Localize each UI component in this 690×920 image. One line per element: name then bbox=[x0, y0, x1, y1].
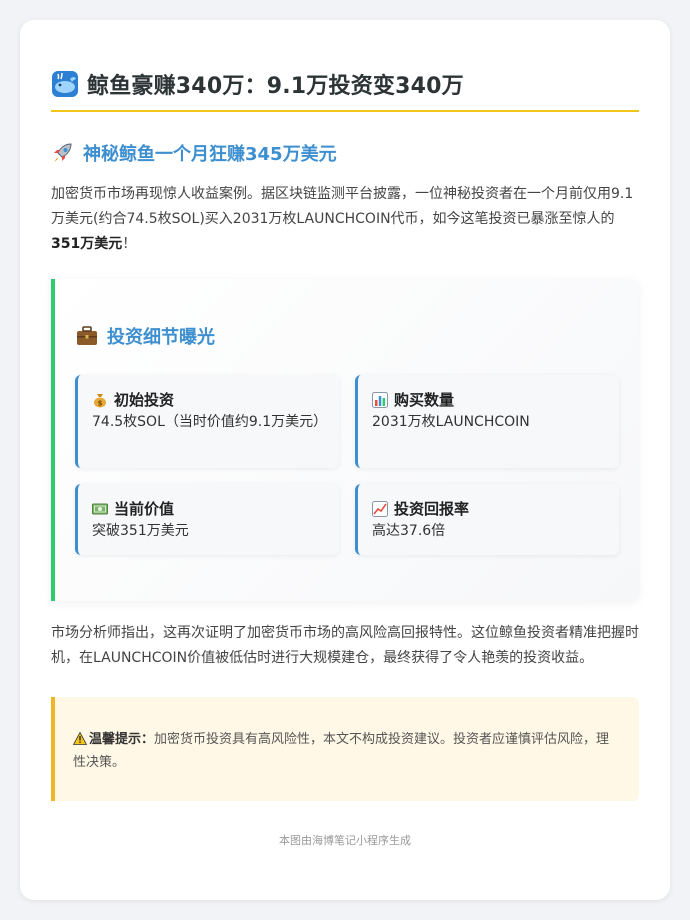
detail-value: 突破351万美元 bbox=[92, 523, 189, 539]
page-title-row: 鲸鱼豪赚340万：9.1万投资变340万 bbox=[51, 68, 639, 112]
detail-card-roi: 投资回报率 高达37.6倍 bbox=[355, 484, 619, 555]
footer-note: 本图由海博笔记小程序生成 bbox=[279, 834, 411, 847]
investment-details-box: 投资细节曝光 $ 初始投资 74.5枚SOL（当时价值约9.1万美元） 购买数量… bbox=[51, 279, 639, 601]
tip-label: 温馨提示： bbox=[89, 732, 155, 747]
tip-text: 加密货币投资具有高风险性，本文不构成投资建议。投资者应谨慎评估风险，理性决策。 bbox=[73, 732, 610, 770]
detail-label: 初始投资 bbox=[114, 391, 175, 409]
rocket-icon bbox=[54, 143, 72, 162]
detail-label: 当前价值 bbox=[114, 500, 175, 518]
detail-label-row: 购买数量 bbox=[372, 389, 607, 410]
analysis-paragraph: 市场分析师指出，这再次证明了加密货币市场的高风险高回报特性。这位鲸鱼投资者精准把… bbox=[51, 625, 639, 666]
bar-chart-icon bbox=[372, 391, 388, 408]
detail-label-row: 当前价值 bbox=[92, 498, 327, 519]
details-heading: 投资细节曝光 bbox=[75, 323, 619, 349]
section-heading: 神秘鲸鱼一个月狂赚345万美元 bbox=[51, 140, 639, 166]
intro-text-end: ！ bbox=[122, 236, 137, 252]
detail-label-row: 投资回报率 bbox=[372, 498, 607, 519]
detail-value: 2031万枚LAUNCHCOIN bbox=[372, 414, 530, 430]
money-bag-icon: $ bbox=[94, 393, 106, 407]
detail-card-quantity: 购买数量 2031万枚LAUNCHCOIN bbox=[355, 375, 619, 468]
intro-text: 加密货币市场再现惊人收益案例。据区块链监测平台披露，一位神秘投资者在一个月前仅用… bbox=[51, 186, 634, 227]
details-grid: $ 初始投资 74.5枚SOL（当时价值约9.1万美元） 购买数量 2031万枚… bbox=[75, 375, 619, 555]
page-title: 鲸鱼豪赚340万：9.1万投资变340万 bbox=[87, 74, 464, 99]
banknote-icon bbox=[92, 503, 108, 514]
article-card: 鲸鱼豪赚340万：9.1万投资变340万 神秘鲸鱼一个月狂赚345万美元 加密货… bbox=[20, 20, 670, 900]
detail-label-row: $ 初始投资 bbox=[92, 389, 327, 410]
briefcase-icon bbox=[77, 326, 97, 345]
section-title: 神秘鲸鱼一个月狂赚345万美元 bbox=[83, 144, 337, 165]
detail-label: 购买数量 bbox=[394, 391, 455, 409]
detail-label: 投资回报率 bbox=[394, 500, 470, 518]
warning-icon bbox=[73, 732, 87, 745]
detail-card-current-value: 当前价值 突破351万美元 bbox=[75, 484, 339, 555]
svg-text:$: $ bbox=[98, 399, 103, 407]
whale-icon bbox=[52, 71, 78, 97]
details-title: 投资细节曝光 bbox=[107, 327, 215, 348]
detail-card-initial-investment: $ 初始投资 74.5枚SOL（当时价值约9.1万美元） bbox=[75, 375, 339, 468]
warning-tip-box: 温馨提示：加密货币投资具有高风险性，本文不构成投资建议。投资者应谨慎评估风险，理… bbox=[51, 697, 639, 801]
detail-value: 高达37.6倍 bbox=[372, 523, 446, 539]
detail-value: 74.5枚SOL（当时价值约9.1万美元） bbox=[92, 414, 328, 430]
trend-up-icon bbox=[372, 500, 388, 517]
intro-highlight: 351万美元 bbox=[51, 236, 123, 252]
intro-paragraph: 加密货币市场再现惊人收益案例。据区块链监测平台披露，一位神秘投资者在一个月前仅用… bbox=[51, 182, 639, 257]
